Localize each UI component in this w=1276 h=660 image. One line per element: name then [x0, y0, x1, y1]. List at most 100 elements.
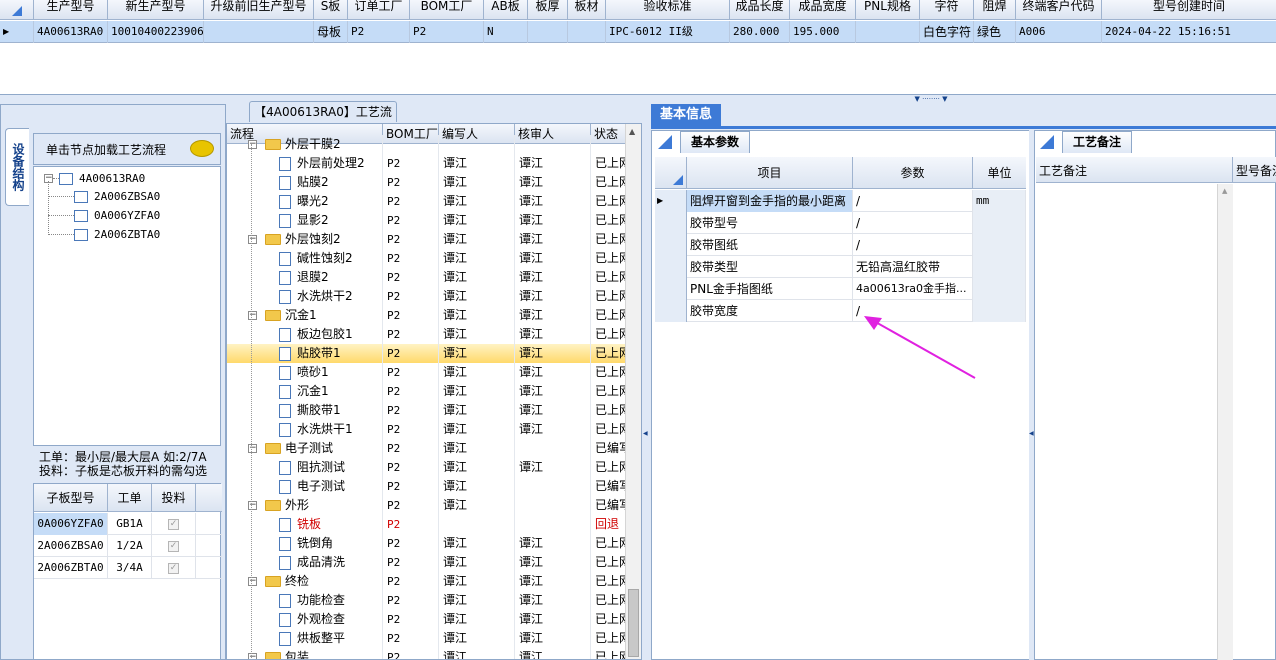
tab-basic-params[interactable]: 基本参数: [680, 131, 750, 153]
model-row[interactable]: ▶ 4A00613RA0 10010400223906 母板 P2 P2 N I…: [0, 21, 1276, 43]
collapse-icon[interactable]: −: [248, 235, 257, 244]
cell-writer[interactable]: 谭江: [439, 211, 515, 230]
cell-writer[interactable]: 谭江: [439, 192, 515, 211]
cell-writer[interactable]: 谭江: [439, 249, 515, 268]
process-row[interactable]: 功能检查P2谭江谭江已上网: [227, 591, 627, 610]
process-row[interactable]: 水洗烘干1P2谭江谭江已上网: [227, 420, 627, 439]
cell-solder[interactable]: 绿色: [974, 21, 1016, 43]
cell-bom-factory[interactable]: P2: [383, 629, 439, 648]
process-row[interactable]: 显影2P2谭江谭江已上网: [227, 211, 627, 230]
collapse-icon[interactable]: −: [248, 444, 257, 453]
cell-new-model[interactable]: 10010400223906: [108, 21, 204, 43]
cell-writer[interactable]: 谭江: [439, 306, 515, 325]
cell-writer[interactable]: 谭江: [439, 344, 515, 363]
param-unit[interactable]: [973, 256, 1026, 278]
cell-feed[interactable]: ✓: [152, 557, 196, 579]
cell-ab-board[interactable]: N: [484, 21, 528, 43]
cell-status[interactable]: 已上网: [591, 192, 627, 211]
param-unit[interactable]: [973, 278, 1026, 300]
cell-width[interactable]: 195.000: [790, 21, 856, 43]
process-row[interactable]: 撕胶带1P2谭江谭江已上网: [227, 401, 627, 420]
cell-writer[interactable]: [439, 135, 515, 154]
cell-bom-factory[interactable]: P2: [383, 211, 439, 230]
col-value[interactable]: 参数: [853, 157, 973, 189]
cell-status[interactable]: 已上网: [591, 173, 627, 192]
cell-status[interactable]: 已编写: [591, 439, 627, 458]
col-feed[interactable]: 投料: [152, 484, 196, 512]
process-row[interactable]: 铣板 P2 回退: [227, 515, 627, 534]
table-row[interactable]: 2A006ZBSA0 1/2A ✓: [34, 535, 222, 557]
cell-bom-factory[interactable]: P2: [383, 173, 439, 192]
cell-reviewer[interactable]: 谭江: [515, 306, 591, 325]
tab-remarks[interactable]: 工艺备注: [1062, 131, 1132, 153]
cell-writer[interactable]: 谭江: [439, 173, 515, 192]
cell-reviewer[interactable]: 谭江: [515, 211, 591, 230]
cell-writer[interactable]: 谭江: [439, 439, 515, 458]
cell-writer[interactable]: 谭江: [439, 629, 515, 648]
param-item[interactable]: PNL金手指图纸: [687, 278, 853, 300]
side-tab-equipment[interactable]: 设备结构: [5, 128, 29, 206]
process-row[interactable]: 喷砂1P2谭江谭江已上网: [227, 363, 627, 382]
col-model-remark[interactable]: 型号备注: [1236, 162, 1276, 179]
param-value[interactable]: /: [853, 234, 973, 256]
cell-bom-factory[interactable]: P2: [383, 648, 439, 659]
cell-reviewer[interactable]: 谭江: [515, 344, 591, 363]
cell-writer[interactable]: 谭江: [439, 287, 515, 306]
collapse-icon[interactable]: −: [248, 577, 257, 586]
cell-reviewer[interactable]: [515, 515, 591, 534]
checkbox-checked-icon[interactable]: ✓: [168, 563, 179, 574]
cell-bom-factory[interactable]: P2: [383, 382, 439, 401]
cell-status[interactable]: 已上网: [591, 591, 627, 610]
cell-reviewer[interactable]: 谭江: [515, 629, 591, 648]
cell-reviewer[interactable]: 谭江: [515, 553, 591, 572]
cell-writer[interactable]: 谭江: [439, 610, 515, 629]
cell-bom-factory[interactable]: [383, 135, 439, 154]
scroll-thumb[interactable]: [628, 589, 639, 657]
cell-bom-factory[interactable]: P2: [383, 572, 439, 591]
param-row[interactable]: ▶ 阻焊开窗到金手指的最小距离 / mm: [655, 190, 1026, 212]
remarks-scrollbar[interactable]: ▲: [1217, 184, 1233, 660]
cell-char[interactable]: 白色字符: [920, 21, 974, 43]
tree-root[interactable]: −4A00613RA0: [44, 169, 145, 187]
col-sub-model[interactable]: 子板型号: [34, 484, 108, 512]
cell-thickness[interactable]: [528, 21, 568, 43]
tab-basic-info[interactable]: 基本信息: [651, 104, 721, 126]
cell-reviewer[interactable]: 谭江: [515, 154, 591, 173]
cell-status[interactable]: 已上网: [591, 401, 627, 420]
col-length[interactable]: 成品长度: [730, 0, 790, 20]
param-value[interactable]: 无铅高温红胶带: [853, 256, 973, 278]
cell-bom-factory[interactable]: P2: [383, 439, 439, 458]
cell-order[interactable]: 1/2A: [108, 535, 152, 557]
cell-status[interactable]: 已上网: [591, 648, 627, 659]
process-row[interactable]: −包装P2谭江谭江已上网: [227, 648, 627, 659]
cell-status[interactable]: 已上网: [591, 629, 627, 648]
splitter-arrow-icon[interactable]: ◀: [643, 430, 648, 437]
cell-created[interactable]: 2024-04-22 15:16:51: [1102, 21, 1276, 43]
param-value[interactable]: /: [853, 190, 973, 212]
process-row[interactable]: 水洗烘干2P2谭江谭江已上网: [227, 287, 627, 306]
param-row[interactable]: 胶带型号 /: [655, 212, 1026, 234]
cell-sub-model[interactable]: 2A006ZBSA0: [34, 535, 108, 557]
cell-reviewer[interactable]: 谭江: [515, 458, 591, 477]
col-material[interactable]: 板材: [568, 0, 606, 20]
cell-bom-factory[interactable]: P2: [383, 268, 439, 287]
process-row[interactable]: 阻抗测试P2谭江谭江已上网: [227, 458, 627, 477]
row-header[interactable]: [655, 256, 687, 278]
process-row[interactable]: − 外形 P2谭江 已编写: [227, 496, 627, 515]
cell-old-model[interactable]: [204, 21, 314, 43]
cell-bom-factory[interactable]: P2: [383, 458, 439, 477]
col-new-model[interactable]: 新生产型号: [108, 0, 204, 20]
process-row[interactable]: 外层前处理2P2谭江谭江已上网: [227, 154, 627, 173]
cell-sub-model[interactable]: 0A006YZFA0: [34, 513, 108, 535]
col-order[interactable]: 工单: [108, 484, 152, 512]
row-header[interactable]: [655, 300, 687, 322]
cell-reviewer[interactable]: 谭江: [515, 249, 591, 268]
process-row[interactable]: −终检P2谭江谭江已上网: [227, 572, 627, 591]
process-scrollbar[interactable]: ▲: [625, 124, 641, 659]
cell-status[interactable]: 已上网: [591, 458, 627, 477]
cell-reviewer[interactable]: 谭江: [515, 287, 591, 306]
param-item[interactable]: 胶带宽度: [687, 300, 853, 322]
cell-s-board[interactable]: 母板: [314, 21, 348, 43]
cell-status[interactable]: 已上网: [591, 553, 627, 572]
col-char[interactable]: 字符: [920, 0, 974, 20]
